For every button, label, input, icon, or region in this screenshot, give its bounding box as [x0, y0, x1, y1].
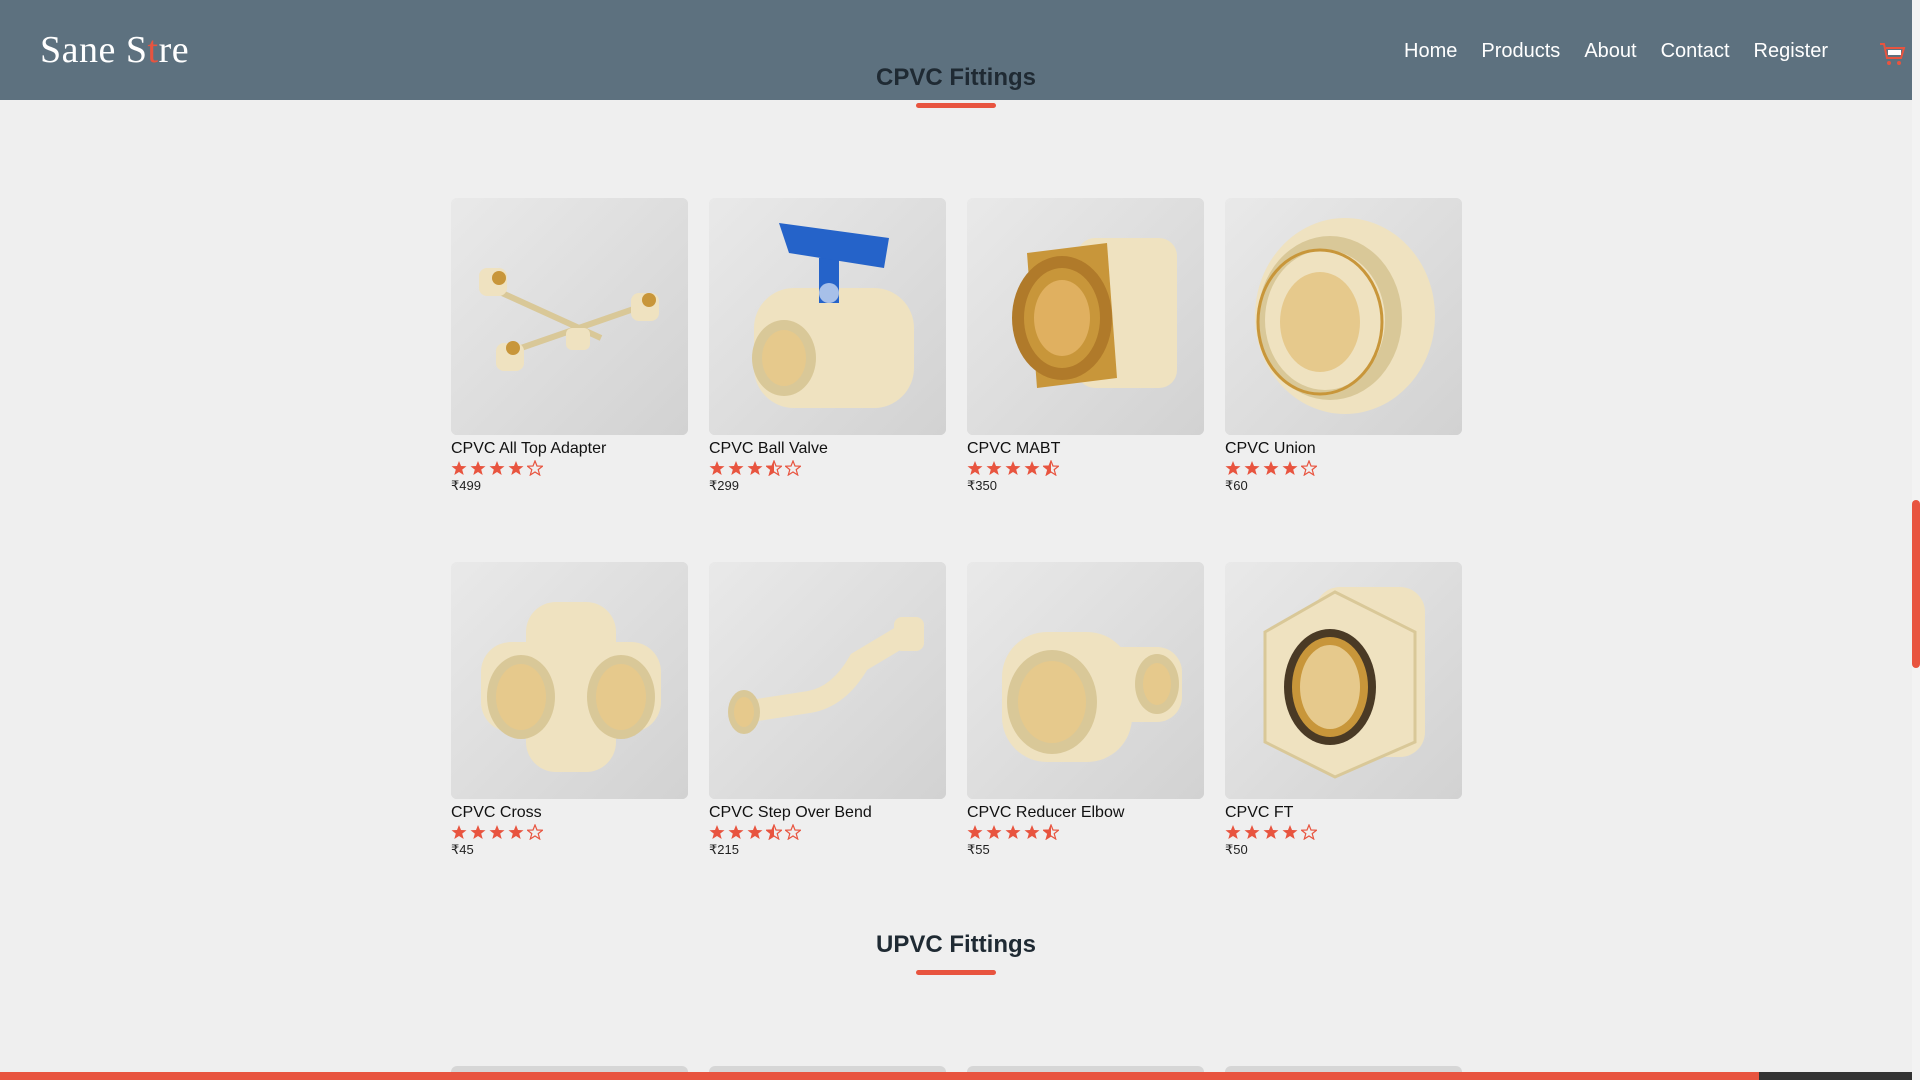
star-icon [785, 460, 801, 476]
star-icon [1301, 460, 1317, 476]
scroll-progress-bar [0, 1072, 1912, 1080]
product-name[interactable]: CPVC Ball Valve [709, 440, 946, 458]
product-rating [1225, 460, 1462, 477]
nav-links: Home Products About Contact Register [1404, 40, 1828, 63]
star-icon [1282, 461, 1298, 475]
product-rating [451, 460, 688, 477]
product-image[interactable] [709, 198, 946, 435]
star-icon [709, 825, 725, 839]
star-icon [747, 461, 763, 475]
scroll-progress-fill [0, 1072, 1760, 1080]
product-name[interactable]: CPVC Cross [451, 804, 688, 822]
product-price: ₹350 [967, 478, 997, 493]
star-icon [508, 461, 524, 475]
product-image[interactable] [709, 562, 946, 799]
star-icon [1005, 461, 1021, 475]
star-icon [1225, 461, 1241, 475]
product-image[interactable] [451, 562, 688, 799]
product-card[interactable]: CPVC Union ₹60 [1225, 198, 1462, 562]
product-name[interactable]: CPVC Reducer Elbow [967, 804, 1204, 822]
product-name[interactable]: CPVC Union [1225, 440, 1462, 458]
star-icon [1043, 824, 1059, 840]
section-title-cpvc: CPVC Fittings [876, 64, 1036, 91]
star-icon [1244, 825, 1260, 839]
scrollbar-thumb[interactable] [1912, 500, 1920, 668]
star-icon [470, 461, 486, 475]
product-image[interactable] [1225, 562, 1462, 799]
product-name[interactable]: CPVC FT [1225, 804, 1462, 822]
product-price: ₹299 [709, 478, 739, 493]
product-card[interactable]: CPVC Reducer Elbow ₹55 [967, 562, 1204, 862]
nav-products[interactable]: Products [1481, 40, 1560, 63]
star-icon [1282, 825, 1298, 839]
nav-home[interactable]: Home [1404, 40, 1457, 63]
product-price: ₹50 [1225, 842, 1248, 857]
product-card[interactable]: CPVC Ball Valve ₹299 [709, 198, 946, 562]
star-icon [1225, 825, 1241, 839]
star-icon [508, 825, 524, 839]
star-icon [1301, 824, 1317, 840]
product-card[interactable]: CPVC Step Over Bend ₹215 [709, 562, 946, 862]
section-title-upvc: UPVC Fittings [876, 931, 1036, 958]
star-icon [489, 461, 505, 475]
nav-register[interactable]: Register [1754, 40, 1828, 63]
product-rating [967, 824, 1204, 841]
star-icon [709, 461, 725, 475]
star-icon [451, 825, 467, 839]
product-price: ₹499 [451, 478, 481, 493]
product-image[interactable] [967, 198, 1204, 435]
star-icon [451, 461, 467, 475]
product-name[interactable]: CPVC All Top Adapter [451, 440, 688, 458]
product-card[interactable]: CPVC Cross ₹45 [451, 562, 688, 862]
star-icon [1024, 825, 1040, 839]
product-price: ₹215 [709, 842, 739, 857]
section-underline-upvc [916, 970, 996, 975]
star-icon [1043, 460, 1059, 476]
product-image[interactable] [451, 198, 688, 435]
product-rating [1225, 824, 1462, 841]
star-icon [489, 825, 505, 839]
star-icon [1263, 825, 1279, 839]
product-grid-cpvc: CPVC All Top Adapter ₹499 CPVC Ball Valve… [451, 198, 1462, 862]
product-card[interactable]: CPVC All Top Adapter ₹499 [451, 198, 688, 562]
star-icon [728, 461, 744, 475]
product-rating [967, 460, 1204, 477]
star-icon [766, 824, 782, 840]
star-icon [986, 461, 1002, 475]
nav-about[interactable]: About [1584, 40, 1636, 63]
star-icon [1024, 461, 1040, 475]
star-icon [967, 825, 983, 839]
product-rating [709, 460, 946, 477]
product-name[interactable]: CPVC Step Over Bend [709, 804, 946, 822]
product-image[interactable] [967, 562, 1204, 799]
star-icon [986, 825, 1002, 839]
star-icon [766, 460, 782, 476]
star-icon [1244, 461, 1260, 475]
star-icon [967, 461, 983, 475]
star-icon [747, 825, 763, 839]
product-price: ₹45 [451, 842, 474, 857]
product-card[interactable]: CPVC FT ₹50 [1225, 562, 1462, 862]
product-price: ₹55 [967, 842, 990, 857]
section-underline-cpvc [916, 103, 996, 108]
star-icon [527, 460, 543, 476]
star-icon [1005, 825, 1021, 839]
product-rating [451, 824, 688, 841]
product-rating [709, 824, 946, 841]
star-icon [1263, 461, 1279, 475]
product-name[interactable]: CPVC MABT [967, 440, 1204, 458]
product-price: ₹60 [1225, 478, 1248, 493]
star-icon [728, 825, 744, 839]
star-icon [785, 824, 801, 840]
nav-contact[interactable]: Contact [1661, 40, 1730, 63]
star-icon [470, 825, 486, 839]
product-image[interactable] [1225, 198, 1462, 435]
star-icon [527, 824, 543, 840]
product-card[interactable]: CPVC MABT ₹350 [967, 198, 1204, 562]
